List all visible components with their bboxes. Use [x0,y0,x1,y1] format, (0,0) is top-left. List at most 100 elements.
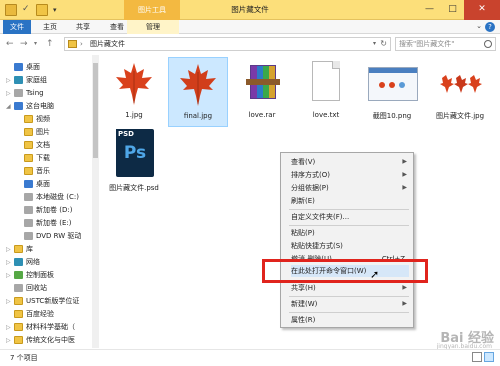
search-input[interactable]: 搜索"图片藏文件" [395,37,496,51]
menu-item-new[interactable]: 新建(W) ▶ [291,298,409,310]
close-button[interactable]: ✕ [464,0,500,20]
sidebar-item-label: 桌面 [36,180,50,188]
sidebar-item-pictures[interactable]: 图片 [24,126,50,138]
address-dropdown-icon[interactable]: ▾ [373,38,376,50]
menu-separator [289,209,409,210]
sidebar-item-label: 新加卷 (D:) [36,206,73,214]
menu-item-sort-by[interactable]: 排序方式(O) ▶ [291,169,409,181]
picture-tools-context-tab: 图片工具 [124,0,180,20]
file-item[interactable]: 图片藏文件.jpg [430,57,490,121]
expand-icon[interactable]: ▷ [6,90,11,97]
drive-icon [24,193,33,201]
drive-icon [24,206,33,214]
file-item[interactable]: love.txt [296,57,356,119]
sidebar-item-libraries[interactable]: 库 [14,243,33,255]
desktop-icon [24,180,33,188]
sidebar-item-downloads[interactable]: 下载 [24,152,50,164]
text-file-thumbnail [300,57,352,109]
expand-icon[interactable]: ▷ [6,77,11,84]
expand-icon[interactable]: ▷ [6,324,11,331]
control-panel-icon [14,271,23,279]
network-icon [14,258,23,266]
sidebar-item-label: 百度经验 [26,310,54,318]
expand-icon[interactable]: ▷ [6,246,11,253]
sidebar-item-music[interactable]: 音乐 [24,165,50,177]
sidebar-item-folder[interactable]: USTC新版学位证 [14,295,79,307]
title-bar: ✓ ▾ 图片藏文件 图片工具 — □ ✕ [0,0,500,20]
sidebar-item-videos[interactable]: 视频 [24,113,50,125]
menu-item-refresh[interactable]: 刷新(E) [291,195,409,207]
sidebar-item-user[interactable]: Tsing [14,87,44,99]
pictures-folder-icon [24,128,33,136]
file-item[interactable]: love.rar [232,57,292,119]
expand-icon[interactable]: ▷ [6,272,11,279]
file-item[interactable]: 截图10.png [362,57,422,121]
menu-item-view[interactable]: 查看(V) ▶ [291,156,409,168]
sidebar-item-network[interactable]: 网络 [14,256,40,268]
desktop-icon [14,63,23,71]
back-icon[interactable]: ← [6,38,14,50]
dvd-drive-icon [24,232,33,240]
sidebar-item-this-pc[interactable]: 这台电脑 [14,100,54,112]
menu-item-paste[interactable]: 粘贴(P) [291,227,409,239]
address-bar[interactable]: › 图片藏文件 ▾ ↻ [64,37,391,51]
file-item[interactable]: PSD Ps 图片藏文件.psd [104,129,164,193]
sidebar-item-label: 家庭组 [26,76,47,84]
file-item[interactable]: 1.jpg [104,57,164,119]
menu-item-share[interactable]: 共享(H) ▶ [291,282,409,294]
sidebar-item-documents[interactable]: 文档 [24,139,50,151]
sidebar-item-folder[interactable]: 传统文化与中医 [14,334,75,346]
collapse-icon[interactable]: ◢ [6,103,11,110]
expand-ribbon-icon[interactable]: ⌄ [476,22,482,30]
sidebar-item-drive-d[interactable]: 新加卷 (D:) [24,204,72,216]
submenu-arrow-icon: ▶ [402,284,407,291]
sidebar-item-control-panel[interactable]: 控制面板 [14,269,54,281]
sidebar-item-desktop[interactable]: 桌面 [14,61,40,73]
menu-item-properties[interactable]: 属性(R) [291,314,409,326]
tab-manage[interactable]: 管理 [127,20,179,34]
sidebar-item-drive-e[interactable]: 新加卷 (E:) [24,217,71,229]
tab-home[interactable]: 主页 [36,20,64,34]
menu-item-paste-shortcut[interactable]: 粘贴快捷方式(S) [291,240,409,252]
expand-icon[interactable]: ▷ [6,337,11,344]
menu-item-customize-folder[interactable]: 自定义文件夹(F)... [291,211,409,223]
scrollbar-thumb[interactable] [93,63,98,158]
sidebar-scrollbar[interactable] [92,55,99,348]
folder-icon [14,323,23,331]
sidebar-item-folder[interactable]: 材料科学基础（ [14,321,75,333]
details-view-icon[interactable] [472,352,482,362]
menu-item-group-by[interactable]: 分组依据(P) ▶ [291,182,409,194]
up-icon[interactable]: ↑ [46,38,54,50]
recent-locations-icon[interactable]: ▾ [34,38,37,50]
maximize-button[interactable]: □ [441,0,464,20]
refresh-icon[interactable]: ↻ [380,38,387,50]
sidebar-item-label: 回收站 [26,284,47,292]
minimize-button[interactable]: — [418,0,441,20]
maple-leaf-icon [116,63,152,105]
search-icon[interactable] [484,40,492,48]
sidebar-item-desktop-2[interactable]: 桌面 [24,178,50,190]
sidebar-item-recycle-bin[interactable]: 回收站 [14,282,47,294]
breadcrumb[interactable]: 图片藏文件 [90,38,125,50]
expand-icon[interactable]: ▷ [6,259,11,266]
large-icons-view-icon[interactable] [484,352,494,362]
sidebar-item-folder[interactable]: 百度经验 [14,308,54,320]
file-name: love.txt [312,111,340,119]
help-icon[interactable]: ? [485,22,495,32]
menu-item-label: 粘贴(P) [291,229,315,237]
menu-separator [289,312,409,313]
forward-icon[interactable]: → [20,38,28,50]
psd-thumbnail: PSD Ps [108,129,160,181]
sidebar-item-label: DVD RW 驱动 [36,232,82,240]
rar-belt [246,79,280,85]
sidebar-item-homegroup[interactable]: 家庭组 [14,74,47,86]
tab-file[interactable]: 文件 [3,20,31,34]
sidebar-item-label: 图片 [36,128,50,136]
image-thumbnail [172,58,224,110]
sidebar-item-drive-c[interactable]: 本地磁盘 (C:) [24,191,79,203]
expand-icon[interactable]: ▷ [6,298,11,305]
sidebar-item-dvd[interactable]: DVD RW 驱动 [24,230,81,242]
tab-share[interactable]: 共享 [69,20,97,34]
file-item-selected[interactable]: final.jpg [168,57,228,127]
breadcrumb-separator[interactable]: › [80,38,83,50]
